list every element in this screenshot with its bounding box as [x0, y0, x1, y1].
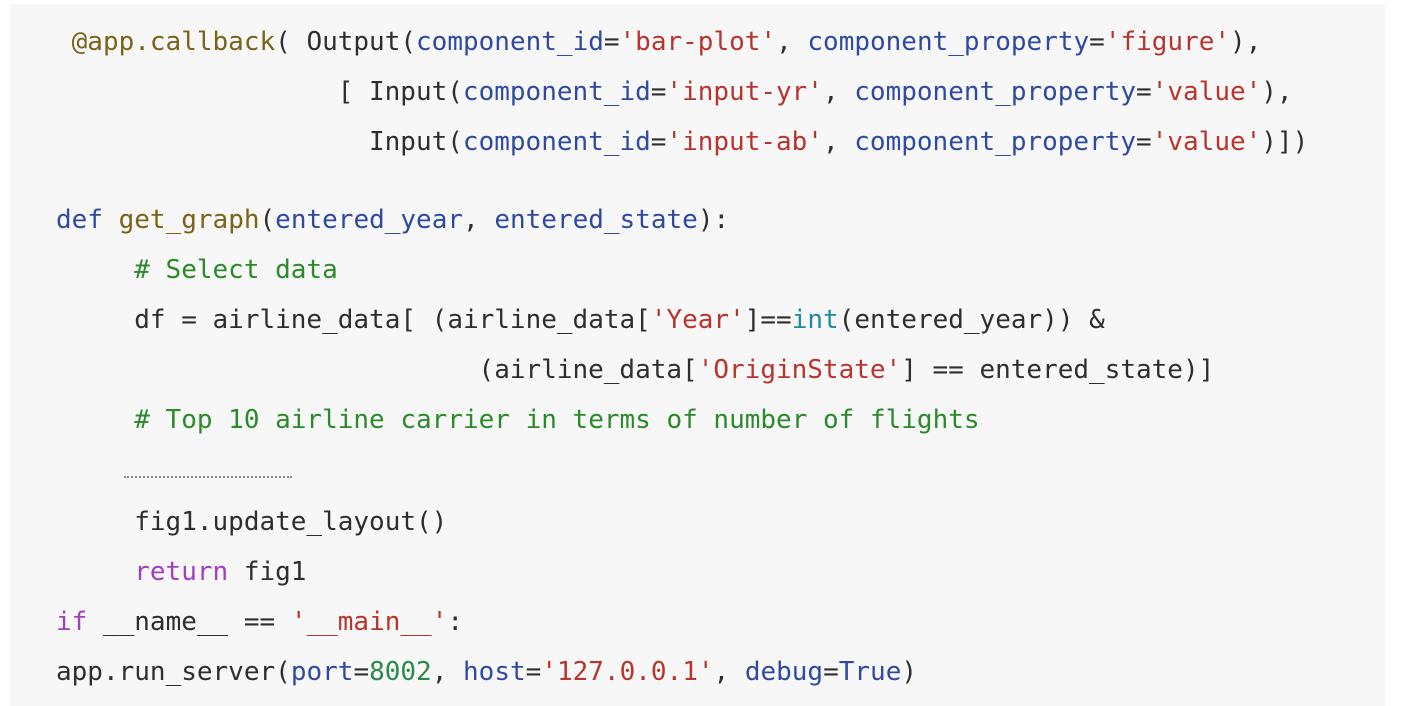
code-line: Input(component_id='input-ab', component… — [369, 122, 1308, 162]
code-token-string: 'bar-plot' — [619, 27, 777, 57]
code-token-default: [ Input( — [337, 77, 463, 107]
code-token-default: , — [822, 127, 855, 157]
code-token-default: , — [776, 27, 808, 57]
code-token-keyword: def — [56, 205, 103, 235]
code-token-default: , — [431, 657, 464, 687]
code-token-keyword: True — [838, 657, 902, 687]
code-token-default: ) — [901, 657, 918, 687]
code-token-keyword: port — [290, 657, 354, 687]
code-token-string: 'input-yr' — [666, 77, 823, 107]
code-line: @app.callback( Output(component_id='bar-… — [72, 22, 1262, 62]
code-token-string: 'Year' — [650, 305, 745, 335]
code-token-default: = — [603, 27, 620, 57]
code-token-keyword: component_id — [416, 27, 604, 57]
code-token-keyword: debug — [744, 657, 824, 687]
code-token-comment: # Select data — [134, 255, 338, 285]
code-line: app.run_server(port=8002, host='127.0.0.… — [56, 652, 917, 692]
code-token-default: = — [650, 77, 667, 107]
code-token-default: = — [1089, 27, 1105, 57]
code-token-keyword: component_property — [807, 27, 1090, 57]
code-token-default: (airline_data[ — [478, 355, 698, 385]
code-token-string: '__main__' — [290, 607, 448, 637]
code-token-string: 'input-ab' — [666, 127, 823, 157]
right-margin — [1385, 0, 1412, 706]
code-token-keyword: component_id — [462, 77, 651, 107]
code-token-builtin: int — [791, 305, 839, 335]
code-line: # Select data — [134, 250, 338, 290]
code-token-default: = — [525, 657, 542, 687]
code-token-default — [103, 205, 119, 235]
ellipsis-placeholder — [124, 476, 292, 478]
code-token-default: = — [823, 657, 839, 687]
code-token-number: 8002 — [369, 657, 432, 687]
code-token-default: , — [463, 205, 495, 235]
code-token-default: )]) — [1261, 127, 1309, 157]
code-token-default: df = airline_data[ (airline_data[ — [134, 305, 651, 335]
code-token-function: get_graph — [118, 205, 260, 235]
code-token-default: (entered_year)) & — [838, 305, 1105, 335]
code-panel: @app.callback( Output(component_id='bar-… — [10, 4, 1385, 706]
code-line: (airline_data['OriginState'] == entered_… — [479, 350, 1215, 390]
code-token-default: fig1 — [228, 557, 307, 587]
code-line: fig1.update_layout() — [134, 502, 447, 542]
code-token-default: ), — [1230, 27, 1262, 57]
code-line: if __name__ == '__main__': — [56, 602, 463, 642]
code-line: [ Input(component_id='input-yr', compone… — [338, 72, 1293, 112]
code-token-default: : — [447, 607, 464, 637]
code-token-default: app.run_server( — [56, 657, 291, 687]
code-line: df = airline_data[ (airline_data['Year']… — [134, 300, 1105, 340]
code-line: # Top 10 airline carrier in terms of num… — [134, 400, 979, 440]
code-token-keyword: component_property — [854, 127, 1137, 157]
code-token-string: 'value' — [1151, 77, 1262, 107]
code-token-keyword: entered_state — [494, 205, 698, 235]
code-token-default: , — [713, 657, 745, 687]
code-token-default: Input( — [369, 127, 463, 157]
code-token-default: ): — [697, 205, 730, 235]
code-token-default: ( — [259, 205, 276, 235]
code-token-keyword: host — [463, 657, 526, 687]
code-block: @app.callback( Output(component_id='bar-… — [10, 4, 1385, 706]
code-token-default: = — [353, 657, 370, 687]
code-token-default: ] == entered_state)] — [901, 355, 1215, 385]
code-token-string: 'value' — [1151, 127, 1262, 157]
code-token-default: ( Output( — [275, 27, 417, 57]
code-token-default: = — [1136, 77, 1152, 107]
code-token-function: @app.callback — [71, 27, 276, 57]
code-token-default: __name__ == — [87, 607, 291, 637]
code-token-keyword: component_property — [854, 77, 1137, 107]
code-token-string: 'figure' — [1104, 27, 1231, 57]
code-token-default: ), — [1261, 77, 1293, 107]
code-token-keyword: entered_year — [275, 205, 464, 235]
code-token-default: , — [822, 77, 855, 107]
code-token-default: = — [1136, 127, 1152, 157]
code-token-keyword: component_id — [462, 127, 651, 157]
code-line: def get_graph(entered_year, entered_stat… — [56, 200, 729, 240]
code-token-comment: # Top 10 airline carrier in terms of num… — [134, 405, 980, 435]
code-token-control: if — [56, 607, 88, 637]
code-token-default: = — [650, 127, 667, 157]
code-token-string: '127.0.0.1' — [541, 657, 714, 687]
code-token-control: return — [134, 557, 229, 587]
code-token-string: 'OriginState' — [697, 355, 902, 385]
code-token-default: ]== — [744, 305, 792, 335]
code-token-default: fig1.update_layout() — [134, 507, 448, 537]
code-line: return fig1 — [134, 552, 306, 592]
